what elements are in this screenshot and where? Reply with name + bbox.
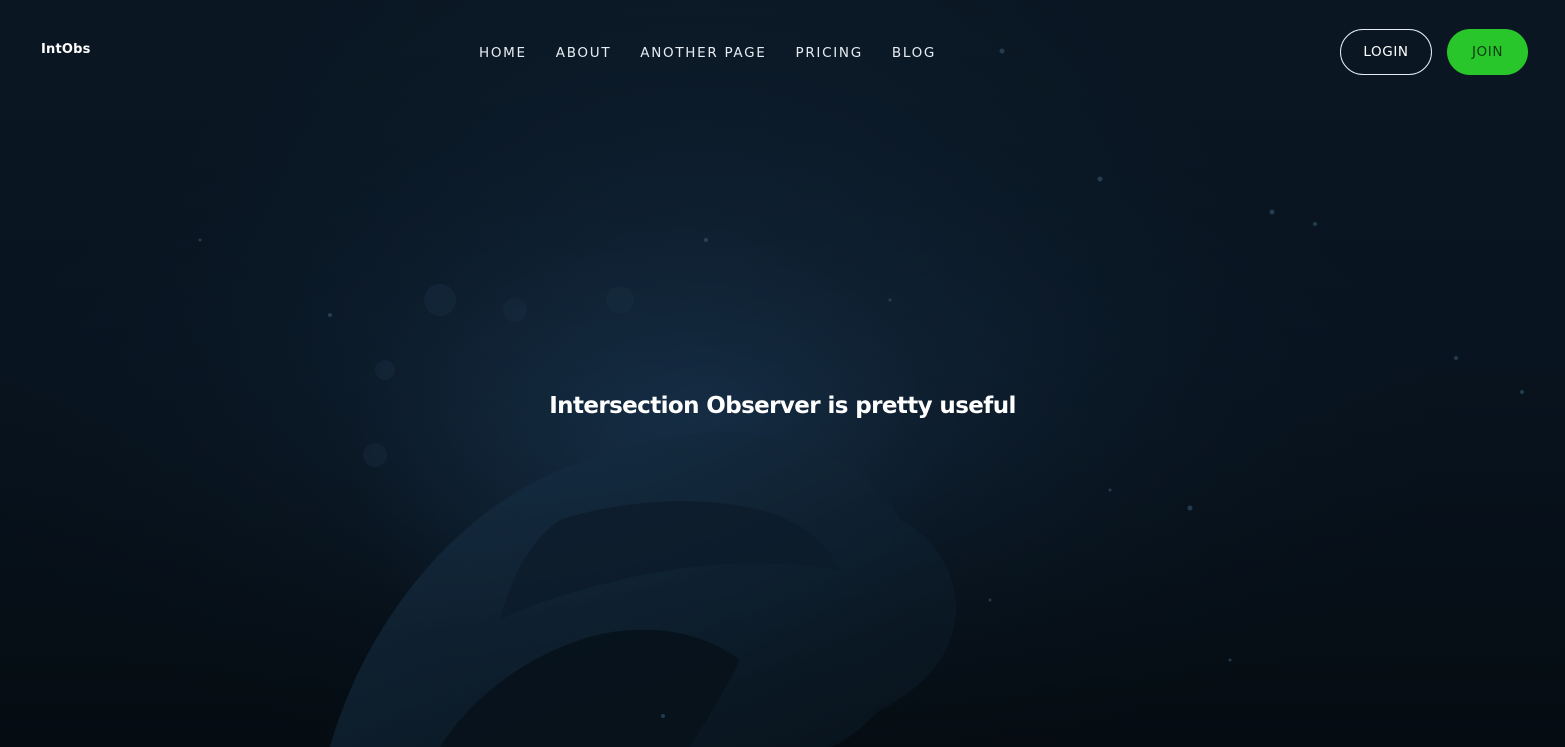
hero-section: IntObs HOME ABOUT ANOTHER PAGE PRICING B…: [0, 0, 1565, 747]
nav-link-blog[interactable]: BLOG: [892, 45, 936, 61]
nav-links: HOME ABOUT ANOTHER PAGE PRICING BLOG: [479, 42, 936, 61]
underwater-swimmer-image: [0, 0, 1565, 747]
nav-link-home[interactable]: HOME: [479, 45, 527, 61]
brand-logo[interactable]: IntObs: [41, 42, 91, 57]
join-button[interactable]: JOIN: [1447, 29, 1528, 75]
top-navigation: IntObs HOME ABOUT ANOTHER PAGE PRICING B…: [0, 0, 1565, 102]
nav-link-another-page[interactable]: ANOTHER PAGE: [640, 45, 766, 61]
login-button[interactable]: LOGIN: [1340, 29, 1432, 75]
nav-link-about[interactable]: ABOUT: [556, 45, 612, 61]
nav-link-pricing[interactable]: PRICING: [796, 45, 863, 61]
hero-headline: Intersection Observer is pretty useful: [549, 393, 1016, 419]
